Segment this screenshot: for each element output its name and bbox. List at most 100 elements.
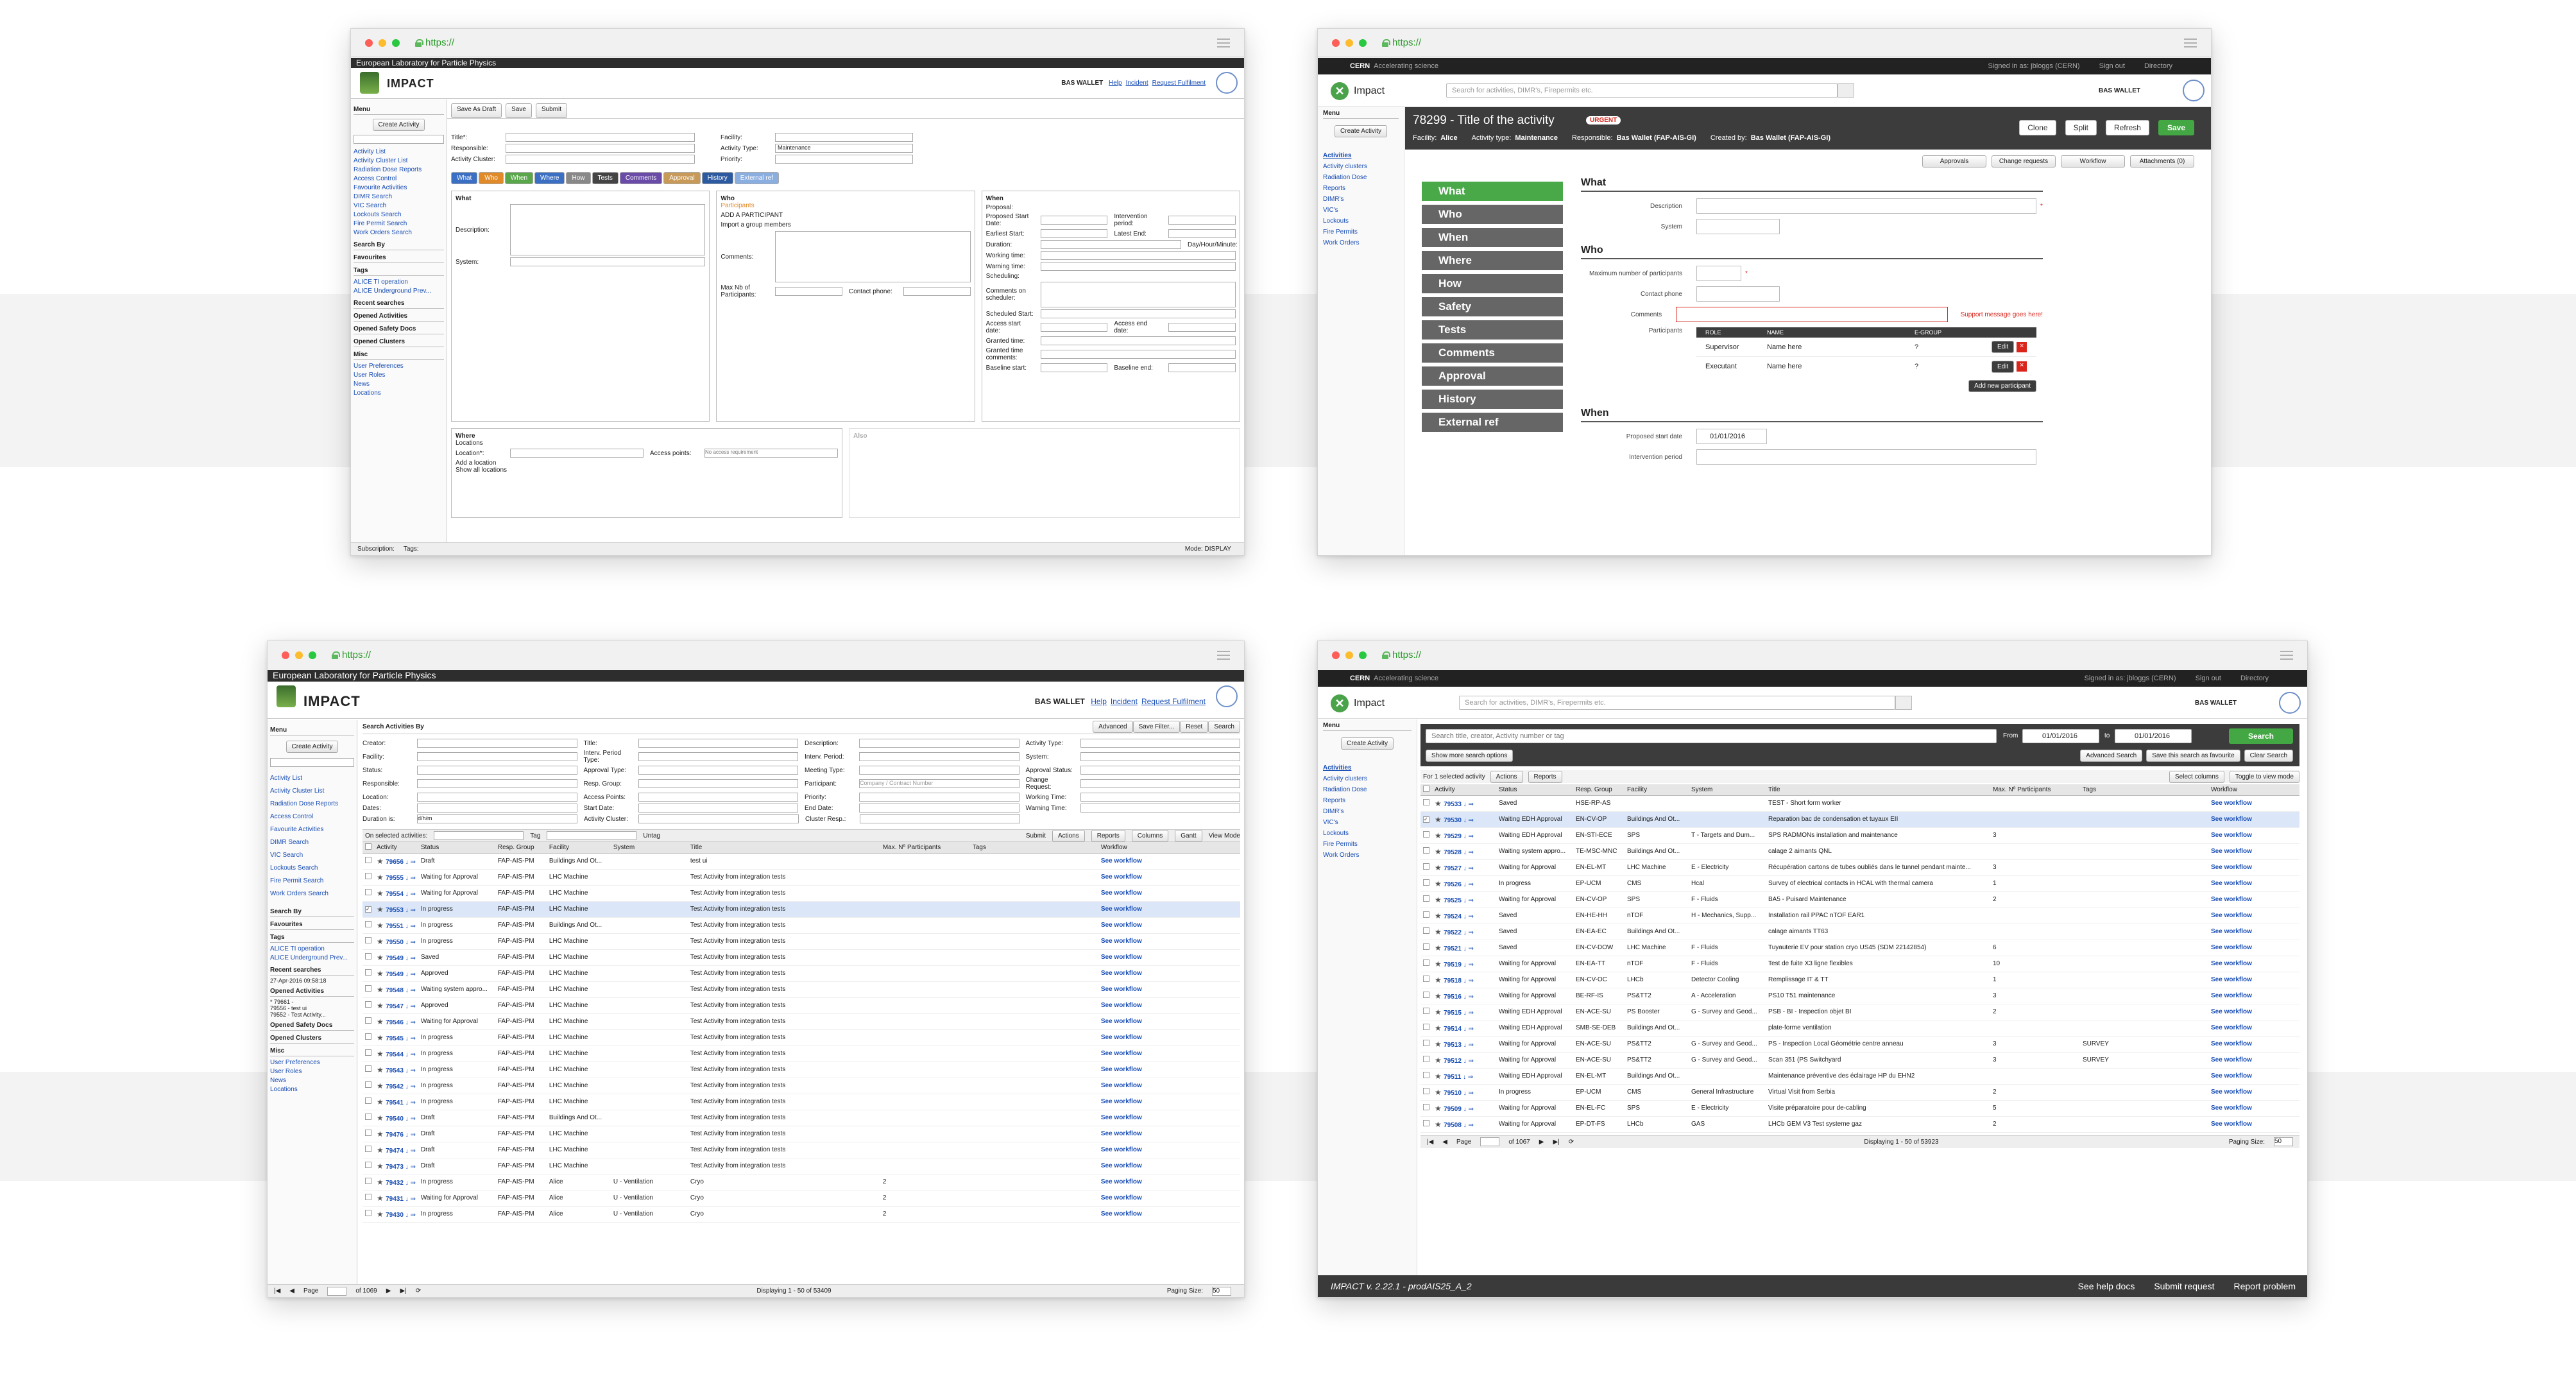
- activity-id[interactable]: 79541: [386, 1099, 404, 1106]
- favourite-star-icon[interactable]: ★: [1435, 1088, 1444, 1097]
- activity-id[interactable]: 79551: [386, 923, 404, 930]
- activity-id[interactable]: 79509: [1444, 1106, 1462, 1113]
- workflow-link[interactable]: See workflow: [1101, 970, 1142, 977]
- table-row[interactable]: ✓ ★ 79530 ↓ ⇒ Waiting EDH Approval EN-CV-OP…: [1420, 811, 2299, 828]
- open-arrow-icon[interactable]: ↓ ⇒: [404, 891, 416, 898]
- open-arrow-icon[interactable]: ↓ ⇒: [404, 1083, 416, 1090]
- last-page-icon[interactable]: ▶|: [400, 1287, 406, 1295]
- table-cell[interactable]: See workflow: [2208, 843, 2299, 860]
- table-cell[interactable]: ★ 79476 ↓ ⇒: [374, 1126, 418, 1142]
- opened-item[interactable]: 79552 - Test Activity...: [270, 1011, 354, 1018]
- row-checkbox[interactable]: [1423, 1072, 1429, 1078]
- more-options-button[interactable]: Show more search options: [1426, 750, 1514, 762]
- filter-input[interactable]: [638, 766, 798, 775]
- comments-textarea[interactable]: [775, 231, 971, 282]
- table-cell[interactable]: ★ 79526 ↓ ⇒: [1432, 875, 1496, 892]
- favourite-star-icon[interactable]: ★: [1435, 1008, 1444, 1017]
- table-row[interactable]: ★ 79524 ↓ ⇒ Saved EN-HE-HH nTOF H - Mechanic…: [1420, 908, 2299, 924]
- sidebar-heading[interactable]: Opened Clusters: [270, 1035, 354, 1044]
- sidebar-heading[interactable]: Opened Clusters: [354, 338, 444, 347]
- col-header[interactable]: Resp. Group: [1573, 784, 1625, 796]
- activity-id[interactable]: 79513: [1444, 1042, 1462, 1049]
- favourite-star-icon[interactable]: ★: [1435, 799, 1444, 808]
- scheduler-comments[interactable]: [1040, 282, 1236, 307]
- filter-input[interactable]: [1080, 779, 1240, 788]
- row-checkbox[interactable]: [1423, 895, 1429, 902]
- submit-button[interactable]: Submit: [1026, 832, 1046, 839]
- misc-link[interactable]: Locations: [354, 389, 444, 398]
- filter-input[interactable]: [1080, 752, 1240, 761]
- favourite-star-icon[interactable]: ★: [1435, 911, 1444, 920]
- row-checkbox[interactable]: [365, 889, 371, 895]
- open-arrow-icon[interactable]: ↓ ⇒: [404, 1180, 416, 1187]
- access-points-box[interactable]: No access requirement: [704, 449, 838, 458]
- table-cell[interactable]: ★ 79518 ↓ ⇒: [1432, 972, 1496, 988]
- sidebar-link[interactable]: DIMR Search: [354, 193, 444, 202]
- table-cell[interactable]: See workflow: [1098, 917, 1240, 934]
- misc-link[interactable]: User Roles: [270, 1067, 354, 1076]
- favourite-star-icon[interactable]: ★: [377, 1130, 386, 1139]
- row-checkbox[interactable]: [365, 1033, 371, 1040]
- table-row[interactable]: ★ 79555 ↓ ⇒ Waiting for Approval FAP-AIS-P…: [363, 869, 1240, 886]
- table-row[interactable]: ★ 79512 ↓ ⇒ Waiting for Approval EN-ACE-SU…: [1420, 1052, 2299, 1069]
- sidebar-link[interactable]: VIC Search: [354, 202, 444, 211]
- open-arrow-icon[interactable]: ↓ ⇒: [404, 1164, 416, 1171]
- open-arrow-icon[interactable]: ↓ ⇒: [404, 971, 416, 978]
- sidebar-heading[interactable]: Opened Activities: [270, 988, 354, 997]
- filter-input[interactable]: [417, 752, 577, 761]
- workflow-link[interactable]: See workflow: [2211, 880, 2252, 887]
- activity-id[interactable]: 79549: [386, 955, 404, 962]
- favourite-star-icon[interactable]: ★: [377, 1001, 386, 1010]
- sidebar-heading[interactable]: Search By: [354, 241, 444, 250]
- sidebar-link[interactable]: Work Orders Search: [270, 888, 354, 900]
- create-activity-button[interactable]: Create Activity: [1341, 737, 1394, 750]
- row-checkbox[interactable]: [365, 1114, 371, 1120]
- table-row[interactable]: ★ 79656 ↓ ⇒ Draft FAP-AIS-PM Buildings And …: [363, 853, 1240, 870]
- filter-input[interactable]: [1080, 804, 1240, 813]
- table-row[interactable]: ★ 79548 ↓ ⇒ Waiting system appro... FAP-AI…: [363, 981, 1240, 998]
- refresh-icon[interactable]: ⟳: [416, 1287, 421, 1295]
- url-bar[interactable]: https://: [425, 37, 454, 48]
- page-input[interactable]: [1480, 1137, 1500, 1146]
- table-cell[interactable]: See workflow: [2208, 956, 2299, 972]
- zoom-dot[interactable]: [1359, 651, 1367, 659]
- sidebar-link[interactable]: Lockouts Search: [270, 862, 354, 875]
- row-checkbox[interactable]: [365, 1097, 371, 1104]
- refresh-button[interactable]: Refresh: [2105, 120, 2149, 135]
- menu-icon[interactable]: [1217, 39, 1230, 47]
- activity-id[interactable]: 79521: [1444, 945, 1462, 952]
- open-arrow-icon[interactable]: ↓ ⇒: [404, 939, 416, 946]
- col-header[interactable]: Resp. Group: [495, 842, 547, 854]
- activity-id[interactable]: 79432: [386, 1180, 404, 1187]
- row-checkbox[interactable]: [1423, 1120, 1429, 1126]
- open-arrow-icon[interactable]: ↓ ⇒: [404, 1035, 416, 1042]
- table-row[interactable]: ★ 79508 ↓ ⇒ Waiting for Approval EP-DT-FS L…: [1420, 1116, 2299, 1133]
- next-page-icon[interactable]: ▶: [1539, 1139, 1544, 1146]
- table-cell[interactable]: ★ 79548 ↓ ⇒: [374, 981, 418, 998]
- table-cell[interactable]: ★ 79431 ↓ ⇒: [374, 1190, 418, 1207]
- table-row[interactable]: ★ 79474 ↓ ⇒ Draft FAP-AIS-PM LHC Machine Tes…: [363, 1142, 1240, 1158]
- workflow-link[interactable]: See workflow: [1101, 906, 1142, 913]
- activity-id[interactable]: 79548: [386, 987, 404, 994]
- workflow-link[interactable]: See workflow: [2211, 976, 2252, 983]
- col-header[interactable]: Workflow: [1098, 842, 1240, 854]
- tab-how[interactable]: How: [566, 172, 591, 184]
- filter-input[interactable]: [638, 814, 799, 823]
- favourite-star-icon[interactable]: ★: [377, 1194, 386, 1203]
- table-cell[interactable]: See workflow: [1098, 933, 1240, 950]
- row-checkbox[interactable]: [1423, 1056, 1429, 1062]
- col-header[interactable]: Status: [418, 842, 495, 854]
- activity-id[interactable]: 79550: [386, 939, 404, 946]
- toggle-view-button[interactable]: Toggle to view mode: [2229, 770, 2299, 783]
- location-input[interactable]: [510, 449, 644, 458]
- bulk-select[interactable]: [434, 831, 524, 840]
- table-row[interactable]: ★ 79542 ↓ ⇒ In progress FAP-AIS-PM LHC Mach…: [363, 1078, 1240, 1094]
- filter-input[interactable]: [417, 739, 577, 748]
- filter-input[interactable]: [1080, 766, 1240, 775]
- row-checkbox[interactable]: [365, 1178, 371, 1184]
- close-dot[interactable]: [1332, 39, 1340, 47]
- delete-icon[interactable]: ×: [2017, 341, 2027, 352]
- workflow-link[interactable]: See workflow: [2211, 960, 2252, 967]
- table-row[interactable]: ★ 79547 ↓ ⇒ Approved FAP-AIS-PM LHC Machine…: [363, 997, 1240, 1014]
- row-checkbox[interactable]: [1423, 863, 1429, 870]
